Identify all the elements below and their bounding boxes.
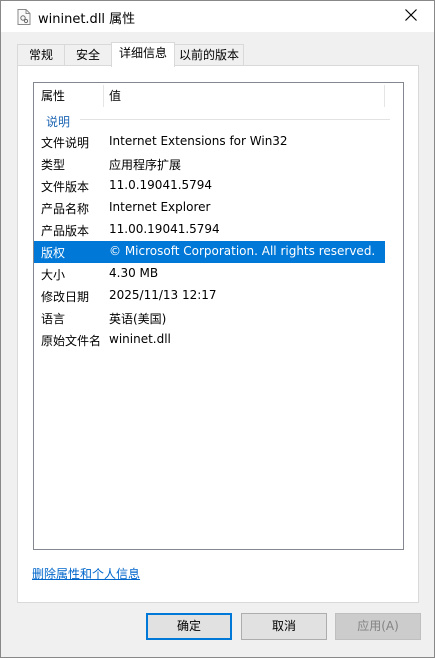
property-value: 应用程序扩展 xyxy=(109,158,182,172)
column-divider[interactable] xyxy=(103,85,104,107)
tab-details[interactable]: 详细信息 xyxy=(111,42,175,67)
property-value: 11.0.19041.5794 xyxy=(109,178,213,192)
title-bar[interactable]: wininet.dll 属性 xyxy=(1,1,434,32)
property-key: 文件版本 xyxy=(41,180,90,194)
cancel-button[interactable]: 取消 xyxy=(241,613,327,640)
column-divider[interactable] xyxy=(384,85,385,107)
tab-label: 常规 xyxy=(28,48,53,62)
details-panel: 属性 值 说明 文件说明 Internet Extensions for Win… xyxy=(17,65,419,603)
property-row[interactable]: 语言 英语(美国) xyxy=(34,307,385,329)
property-row[interactable]: 修改日期 2025/11/13 12:17 xyxy=(34,285,385,307)
property-value: Internet Extensions for Win32 xyxy=(109,134,288,148)
property-key: 修改日期 xyxy=(41,290,90,304)
tab-previous-versions[interactable]: 以前的版本 xyxy=(174,44,244,66)
properties-dialog: wininet.dll 属性 常规 安全 详细信息 以前的版本 属性 值 说明 … xyxy=(0,0,435,658)
property-value: 4.30 MB xyxy=(109,266,159,280)
column-header-property[interactable]: 属性 xyxy=(41,83,65,109)
details-list[interactable]: 属性 值 说明 文件说明 Internet Extensions for Win… xyxy=(33,82,404,550)
property-key: 语言 xyxy=(41,312,66,326)
property-row[interactable]: 产品版本 11.00.19041.5794 xyxy=(34,219,385,241)
property-value: © Microsoft Corporation. All rights rese… xyxy=(109,244,376,258)
property-row-selected[interactable]: 版权 © Microsoft Corporation. All rights r… xyxy=(34,241,385,263)
close-button[interactable] xyxy=(388,1,434,32)
tab-strip: 常规 安全 详细信息 以前的版本 xyxy=(17,42,427,67)
tab-label: 以前的版本 xyxy=(178,48,239,62)
apply-button[interactable]: 应用(A) xyxy=(335,613,421,640)
tab-security[interactable]: 安全 xyxy=(64,44,112,66)
property-row[interactable]: 文件版本 11.0.19041.5794 xyxy=(34,175,385,197)
file-icon xyxy=(17,9,31,25)
property-key: 原始文件名 xyxy=(41,334,102,348)
property-value: 11.00.19041.5794 xyxy=(109,222,220,236)
close-icon xyxy=(405,9,417,24)
list-header: 属性 值 xyxy=(34,83,403,109)
group-header: 说明 xyxy=(46,115,71,129)
property-value: 2025/11/13 12:17 xyxy=(109,288,217,302)
property-row[interactable]: 文件说明 Internet Extensions for Win32 xyxy=(34,131,385,153)
group-divider xyxy=(80,119,390,120)
property-row[interactable]: 产品名称 Internet Explorer xyxy=(34,197,385,219)
property-key: 大小 xyxy=(41,268,66,282)
property-key: 类型 xyxy=(41,158,66,172)
property-value: Internet Explorer xyxy=(109,200,211,214)
property-row[interactable]: 原始文件名 wininet.dll xyxy=(34,329,385,351)
tab-general[interactable]: 常规 xyxy=(17,44,65,66)
tab-label: 安全 xyxy=(75,48,100,62)
property-row[interactable]: 大小 4.30 MB xyxy=(34,263,385,285)
ok-button[interactable]: 确定 xyxy=(146,613,232,640)
window-title: wininet.dll 属性 xyxy=(38,12,136,27)
column-header-value[interactable]: 值 xyxy=(109,83,121,109)
property-key: 文件说明 xyxy=(41,136,90,150)
tab-label: 详细信息 xyxy=(118,46,167,60)
property-value: wininet.dll xyxy=(109,332,171,346)
property-key: 产品版本 xyxy=(41,224,90,238)
property-row[interactable]: 类型 应用程序扩展 xyxy=(34,153,385,175)
property-key: 版权 xyxy=(41,246,66,260)
property-key: 产品名称 xyxy=(41,202,90,216)
property-value: 英语(美国) xyxy=(109,312,167,326)
remove-properties-link[interactable]: 删除属性和个人信息 xyxy=(32,565,140,582)
